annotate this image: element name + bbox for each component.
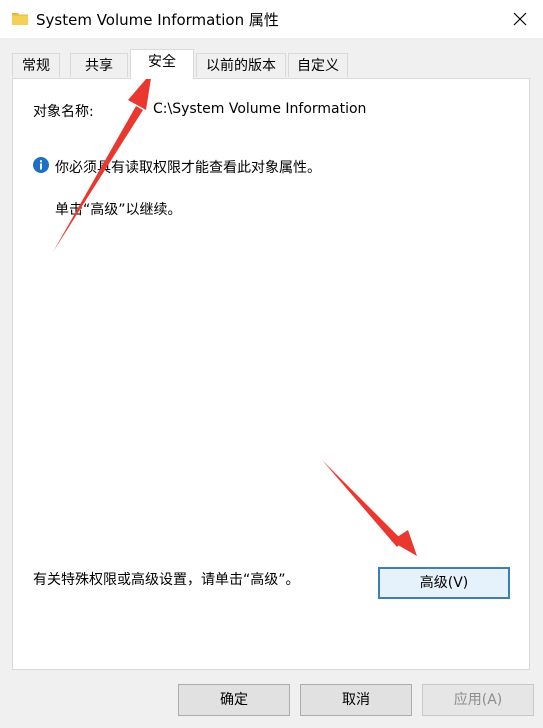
properties-dialog: System Volume Information 属性 常规 共享 安全 以前…	[0, 0, 543, 728]
apply-button[interactable]: 应用(A)	[422, 684, 534, 716]
security-panel: 对象名称: C:\System Volume Information 你必须具有…	[12, 78, 530, 670]
special-permissions-text: 有关特殊权限或高级设置，请单击“高级”。	[33, 572, 300, 588]
info-message: 你必须具有读取权限才能查看此对象属性。	[55, 160, 321, 176]
close-button[interactable]	[497, 0, 543, 38]
ok-button[interactable]: 确定	[178, 684, 290, 716]
hint-message: 单击“高级”以继续。	[55, 202, 182, 218]
title-bar: System Volume Information 属性	[0, 0, 543, 38]
object-name-label: 对象名称:	[33, 104, 94, 120]
tab-previous-versions[interactable]: 以前的版本	[196, 53, 286, 77]
folder-icon	[12, 13, 28, 25]
cancel-button[interactable]: 取消	[300, 684, 412, 716]
advanced-button[interactable]: 高级(V)	[378, 567, 510, 599]
close-icon	[513, 12, 527, 26]
object-name-value: C:\System Volume Information	[153, 101, 367, 117]
tab-sharing[interactable]: 共享	[70, 53, 128, 77]
tab-security[interactable]: 安全	[130, 49, 194, 79]
info-icon	[33, 157, 49, 173]
tab-customize[interactable]: 自定义	[288, 53, 348, 77]
tab-general[interactable]: 常规	[12, 53, 60, 77]
window-title: System Volume Information 属性	[36, 11, 279, 29]
